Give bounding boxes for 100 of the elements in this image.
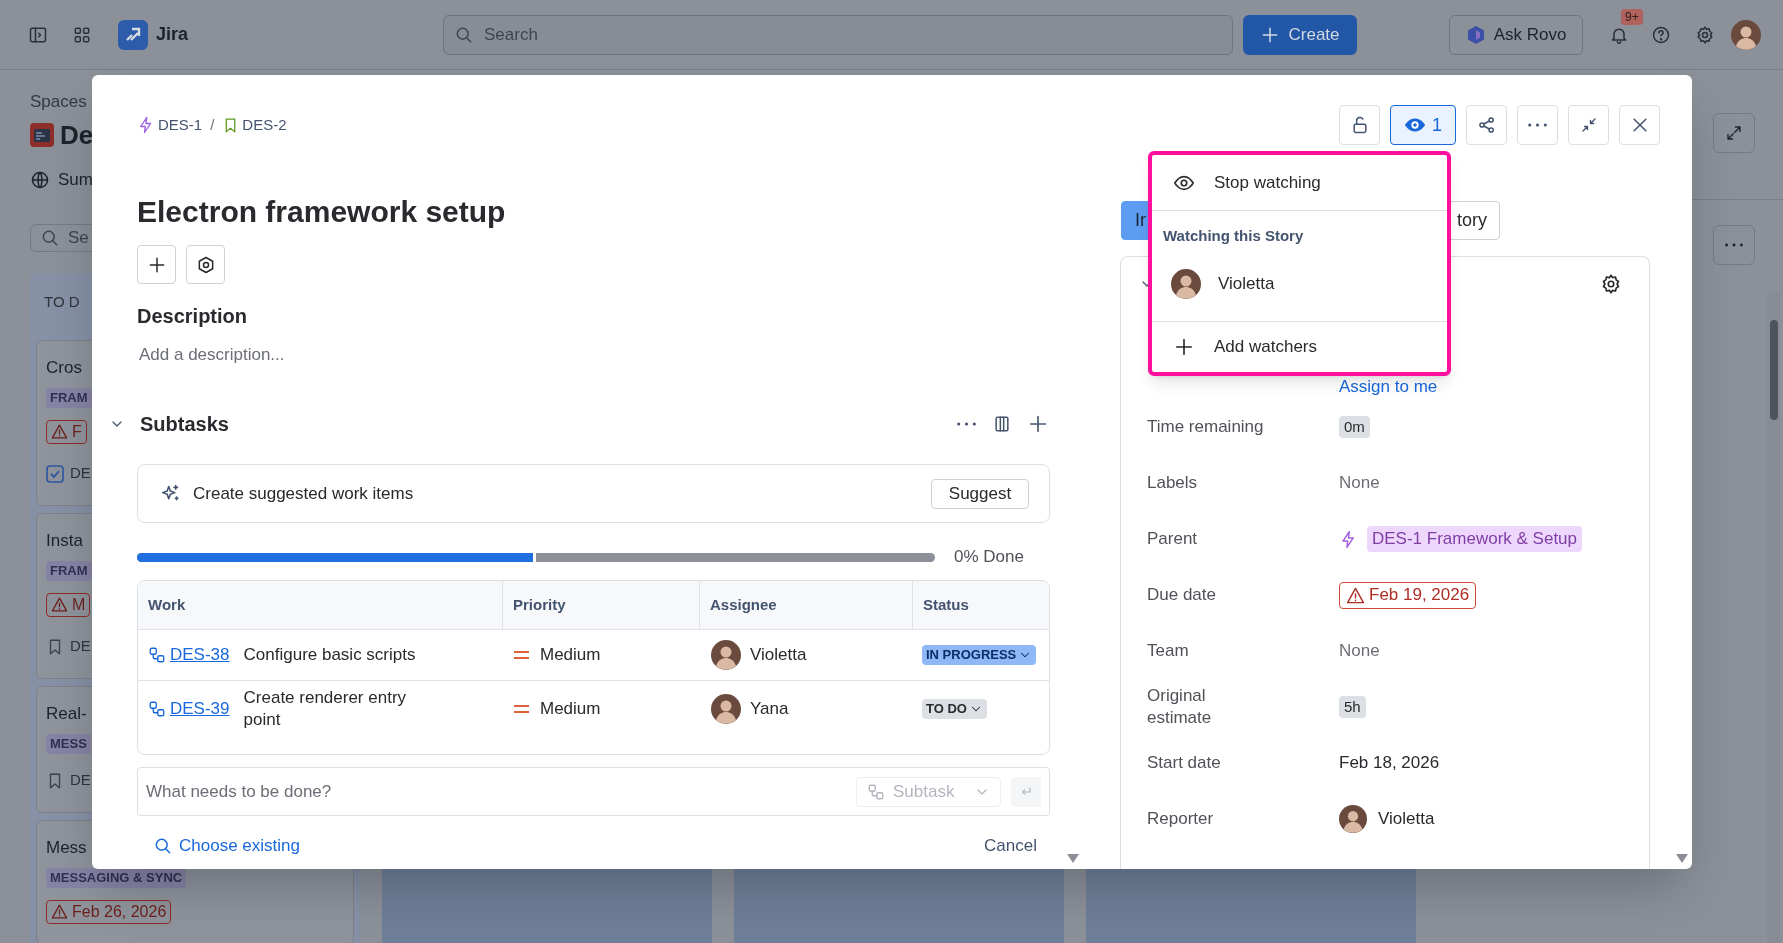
field-value: None (1339, 640, 1380, 663)
avatar (1339, 805, 1367, 833)
column-header: Work (147, 594, 187, 615)
more-icon (1725, 243, 1743, 247)
profile-button[interactable] (1731, 18, 1763, 51)
column-title: TO D (43, 292, 81, 311)
lock-button[interactable] (1339, 105, 1380, 145)
breadcrumb-separator: / (210, 114, 215, 135)
settings-icon (1695, 24, 1715, 45)
card-key: DE (70, 635, 91, 658)
priority-text: Medium (540, 644, 601, 667)
work-item-key[interactable]: DES-38 (170, 642, 230, 668)
suggestion-text: Create suggested work items (193, 482, 414, 505)
field-label: Team (1147, 640, 1190, 662)
field-label: Time remaining (1147, 416, 1265, 438)
breadcrumb-link[interactable]: DES-2 (222, 113, 287, 137)
avatar (1731, 19, 1761, 50)
logo-icon (118, 19, 148, 50)
warning-icon (51, 596, 68, 613)
assignee-name: Violetta (750, 644, 807, 667)
plus-icon (1173, 336, 1195, 358)
card-due-date: Feb 26, 2026 (46, 899, 172, 924)
cancel-button[interactable]: Cancel (984, 833, 1037, 859)
card-tag: FRAM (46, 560, 92, 581)
time-chip: 0m (1339, 415, 1370, 439)
user-name: Violetta (1378, 808, 1435, 831)
column-header: Assignee (699, 581, 912, 629)
priority-medium-icon (513, 703, 530, 715)
scroll-down-icon (1067, 854, 1079, 863)
watcher-item[interactable]: Violetta (1152, 264, 1447, 304)
subtask-icon (867, 782, 885, 801)
warning-icon (51, 423, 68, 440)
notification-count: 9+ (1621, 8, 1643, 25)
apps-button[interactable] (186, 245, 225, 284)
due-date-badge: Feb 19, 2026 (1339, 581, 1477, 609)
field-label: Reporter (1147, 808, 1215, 830)
column-header: Priority (502, 581, 699, 629)
card-tag: MESSAGING & SYNC (46, 867, 187, 888)
field-label: Parent (1147, 528, 1199, 550)
field-value: Feb 18, 2026 (1339, 752, 1440, 775)
more-icon (1528, 123, 1547, 127)
scroll-down-icon (1676, 854, 1688, 863)
description-field[interactable]: Add a description... (137, 342, 1050, 366)
assignee-name: Yana (750, 698, 789, 721)
card-tag: FRAM (46, 387, 92, 408)
close-button[interactable] (1619, 105, 1660, 145)
field-label: Labels (1147, 472, 1199, 494)
search-icon (153, 836, 173, 856)
field-label: Due date (1147, 584, 1217, 606)
warning-icon (1346, 585, 1365, 605)
card-key: DE (70, 769, 91, 792)
scrollbar[interactable] (1767, 292, 1780, 943)
time-chip: 5h (1339, 695, 1366, 719)
section-heading: Description (137, 304, 249, 329)
work-item-summary: Create renderer entry point (243, 687, 408, 731)
field-value: None (1339, 472, 1380, 495)
create-button[interactable]: Create (1243, 14, 1357, 55)
ask-rovo-button[interactable]: Ask Rovo (1449, 14, 1583, 55)
columns-icon (992, 414, 1012, 434)
share-icon (1476, 115, 1497, 135)
card-title: Insta (46, 529, 83, 552)
issue-title: Electron framework setup (137, 194, 507, 230)
choose-existing-link[interactable]: Choose existing (153, 833, 300, 859)
add-watchers-item[interactable]: Add watchers (1152, 322, 1447, 372)
nav-item[interactable]: Sum (58, 167, 93, 193)
suggest-button[interactable]: Suggest (931, 478, 1029, 509)
card-due-date: M (46, 592, 91, 617)
card-title: Mess (46, 836, 87, 859)
more-icon (956, 422, 976, 426)
card-key: DE (70, 462, 91, 485)
parent-link[interactable]: DES-1 Framework & Setup (1367, 526, 1582, 552)
work-item-key[interactable]: DES-39 (170, 696, 230, 722)
status-dropdown[interactable]: IN PROGRESS (922, 645, 1037, 665)
card-due-date: F (46, 419, 87, 444)
priority-medium-icon (513, 649, 530, 661)
app-name: Jira (156, 23, 189, 46)
status-dropdown[interactable]: TO DO (922, 699, 987, 719)
share-button[interactable] (1466, 105, 1507, 145)
section-heading: Spaces (30, 91, 88, 111)
plus-icon (1027, 413, 1049, 435)
search-field[interactable]: Search (443, 14, 1233, 55)
avatar (711, 694, 741, 724)
card-title: Real- (46, 702, 87, 725)
help-icon (1651, 24, 1671, 45)
assign-to-me-link[interactable]: Assign to me (1339, 377, 1438, 396)
subtask-icon (148, 700, 166, 718)
watch-button[interactable]: 1 (1390, 105, 1456, 145)
expand-button[interactable] (1713, 113, 1755, 153)
add-button[interactable] (137, 245, 176, 284)
breadcrumb-link[interactable]: DES-1 (137, 113, 203, 137)
project-icon (30, 123, 54, 147)
warning-icon (51, 903, 68, 920)
project-name: De (60, 118, 94, 152)
expand-icon (1725, 124, 1743, 142)
card-tag: MESS (46, 733, 91, 754)
progress-text: 0% Done (954, 546, 1024, 569)
priority-text: Medium (540, 698, 601, 721)
card-title: Cros (46, 356, 82, 379)
avatar (711, 640, 741, 670)
work-item-summary: Configure basic scripts (243, 644, 416, 666)
